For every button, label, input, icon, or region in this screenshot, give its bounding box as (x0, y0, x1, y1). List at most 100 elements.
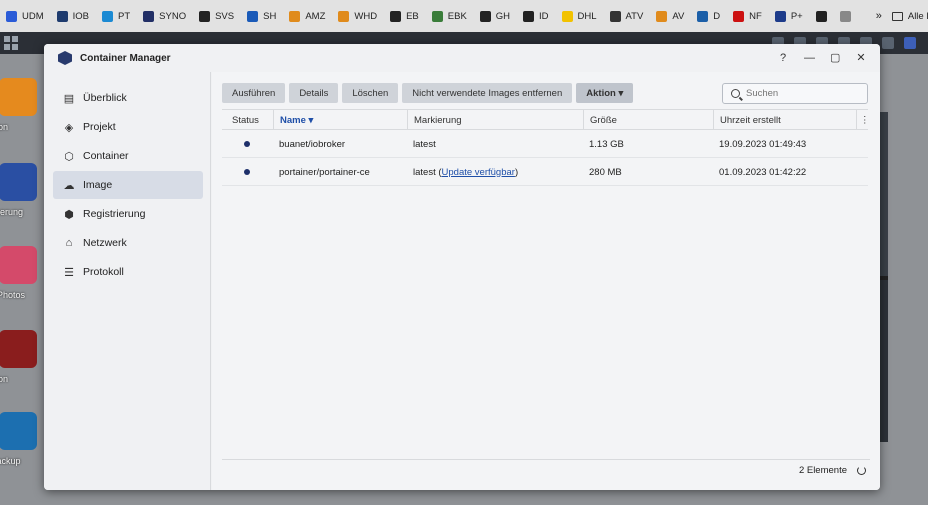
desktop-icon-1[interactable]: rsteuerung (0, 163, 42, 217)
tag-cell: latest (407, 130, 436, 158)
bookmark-6[interactable]: AMZ (289, 10, 326, 22)
bookmark-favicon-icon (656, 10, 668, 22)
tag-value: latest ( (413, 166, 442, 178)
close-button[interactable]: ✕ (856, 51, 866, 65)
size-cell: 1.13 GB (589, 138, 624, 150)
sidebar-item-image[interactable]: ☁ Image (53, 171, 203, 199)
name-cell: buanet/iobroker (279, 138, 346, 150)
table-row[interactable]: buanet/iobroker latest 1.13 GB 19.09.2023 0… (222, 130, 868, 158)
sidebar-item-label: Registrierung (83, 208, 146, 220)
bookmark-favicon-icon (289, 10, 301, 22)
search-tray-icon[interactable] (882, 37, 894, 49)
bookmark-2[interactable]: PT (102, 10, 130, 22)
action-dropdown-button[interactable]: Aktion ▾ (576, 83, 634, 103)
bookmark-11[interactable]: ID (523, 10, 549, 22)
desktop-icon-3[interactable]: Station (0, 330, 42, 384)
cloud-icon: ☁ (63, 179, 75, 192)
overview-icon: ▤ (63, 92, 75, 105)
bookmark-10[interactable]: GH (479, 10, 510, 22)
bookmark-14[interactable]: AV (656, 10, 684, 22)
bookmark-favicon-icon (839, 10, 851, 22)
sidebar-item-überblick[interactable]: ▤ Überblick (53, 84, 203, 112)
bookmark-12[interactable]: DHL (561, 10, 597, 22)
bookmark-1[interactable]: IOB (56, 10, 89, 22)
bookmark-7[interactable]: WHD (338, 10, 377, 22)
desktop-icon-4[interactable]: er Backup (0, 412, 42, 466)
sidebar-item-netzwerk[interactable]: ⌂ Netzwerk (53, 229, 203, 257)
status-dot-icon (244, 169, 250, 175)
table-body: buanet/iobroker latest 1.13 GB 19.09.2023 0… (222, 130, 868, 186)
desktop-icon-0[interactable]: Station (0, 78, 42, 132)
table-header: Status Name ▾ Markierung Größe Uhrzeit e… (222, 109, 870, 130)
bookmark-favicon-icon (561, 10, 573, 22)
column-header-size[interactable]: Größe (583, 110, 713, 130)
column-menu-button[interactable]: ⋮ (856, 110, 870, 130)
desktop-icon-label: ogy Photos (0, 290, 26, 300)
container-manager-logo-icon (58, 51, 72, 65)
sidebar-item-projekt[interactable]: ◈ Projekt (53, 113, 203, 141)
tag-cell: latest (Update verfügbar) (407, 158, 518, 186)
column-header-name[interactable]: Name ▾ (273, 110, 407, 130)
sidebar-item-label: Protokoll (83, 266, 124, 278)
sidebar-item-registrierung[interactable]: ⬢ Registrierung (53, 200, 203, 228)
bookmark-label: EBK (447, 10, 467, 22)
search-input[interactable] (746, 88, 856, 99)
bookmarks-bar: UDM IOB PT SYNO SVS SH AMZ WHD EB EBK GH ID DHL ATV AV… (0, 0, 928, 32)
bookmark-favicon-icon (523, 10, 535, 22)
sidebar-item-label: Container (83, 150, 129, 162)
bookmark-4[interactable]: SVS (199, 10, 234, 22)
bookmark-label: P+ (790, 10, 803, 22)
bookmark-5[interactable]: SH (247, 10, 276, 22)
network-icon: ⌂ (65, 237, 73, 249)
delete-button[interactable]: Löschen (342, 83, 399, 103)
created-cell: 19.09.2023 01:49:43 (719, 138, 807, 150)
registry-icon: ⬢ (64, 208, 74, 221)
sidebar-item-container[interactable]: ⬡ Container (53, 142, 203, 170)
main-menu-icon[interactable] (4, 36, 18, 50)
maximize-button[interactable]: ▢ (830, 51, 840, 65)
status-cell (222, 130, 273, 158)
bookmarks-overflow-button[interactable]: » (876, 10, 882, 22)
widgets-icon[interactable] (904, 37, 916, 49)
name-cell: portainer/portainer-ce (279, 166, 370, 178)
desktop-icon-label: rsteuerung (0, 207, 24, 217)
update-available-link[interactable]: Update verfügbar (442, 167, 515, 178)
bookmarks-folder[interactable]: Alle Lesezeichen (891, 11, 928, 22)
sidebar-item-protokoll[interactable]: ☰ Protokoll (53, 258, 203, 286)
column-header-created[interactable]: Uhrzeit erstellt (713, 110, 856, 130)
run-button[interactable]: Ausführen (222, 83, 286, 103)
bookmark-label: DHL (577, 10, 597, 22)
desktop-icon-label: er Backup (0, 456, 21, 466)
bookmark-17[interactable]: P+ (774, 10, 803, 22)
bookmark-label: SYNO (159, 10, 187, 22)
image-table: Status Name ▾ Markierung Größe Uhrzeit e… (222, 109, 870, 186)
bookmark-18[interactable] (815, 10, 832, 22)
container-icon: ⬡ (64, 150, 74, 163)
bookmark-3[interactable]: SYNO (143, 10, 187, 22)
details-button[interactable]: Details (289, 83, 339, 103)
column-header-status[interactable]: Status (222, 110, 273, 130)
bookmark-0[interactable]: UDM (6, 10, 44, 22)
bookmark-label: ATV (625, 10, 644, 22)
window-titlebar[interactable]: Container Manager ? — ▢ ✕ (44, 44, 880, 72)
bookmark-label: NF (749, 10, 762, 22)
bookmark-13[interactable]: ATV (609, 10, 644, 22)
bookmark-9[interactable]: EBK (431, 10, 467, 22)
column-header-tag[interactable]: Markierung (407, 110, 583, 130)
remove-unused-images-button[interactable]: Nicht verwendete Images entfernen (402, 83, 573, 103)
bookmark-8[interactable]: EB (390, 10, 419, 22)
table-row[interactable]: portainer/portainer-ce latest (Update ver… (222, 158, 868, 186)
tag-value: latest (413, 138, 436, 150)
search-box[interactable] (722, 83, 868, 104)
status-cell (222, 158, 273, 186)
bookmark-16[interactable]: NF (733, 10, 762, 22)
refresh-icon[interactable] (857, 466, 866, 475)
bookmark-favicon-icon (733, 10, 745, 22)
help-button[interactable]: ? (778, 51, 788, 65)
minimize-button[interactable]: — (804, 51, 815, 65)
bookmark-label: AMZ (305, 10, 326, 22)
desktop-icon-2[interactable]: ogy Photos (0, 246, 42, 300)
bookmark-15[interactable]: D (697, 10, 720, 22)
sidebar: ▤ Überblick ◈ Projekt ⬡ Container ☁ Image ⬢ Regis… (44, 72, 211, 490)
bookmark-19[interactable] (839, 10, 856, 22)
